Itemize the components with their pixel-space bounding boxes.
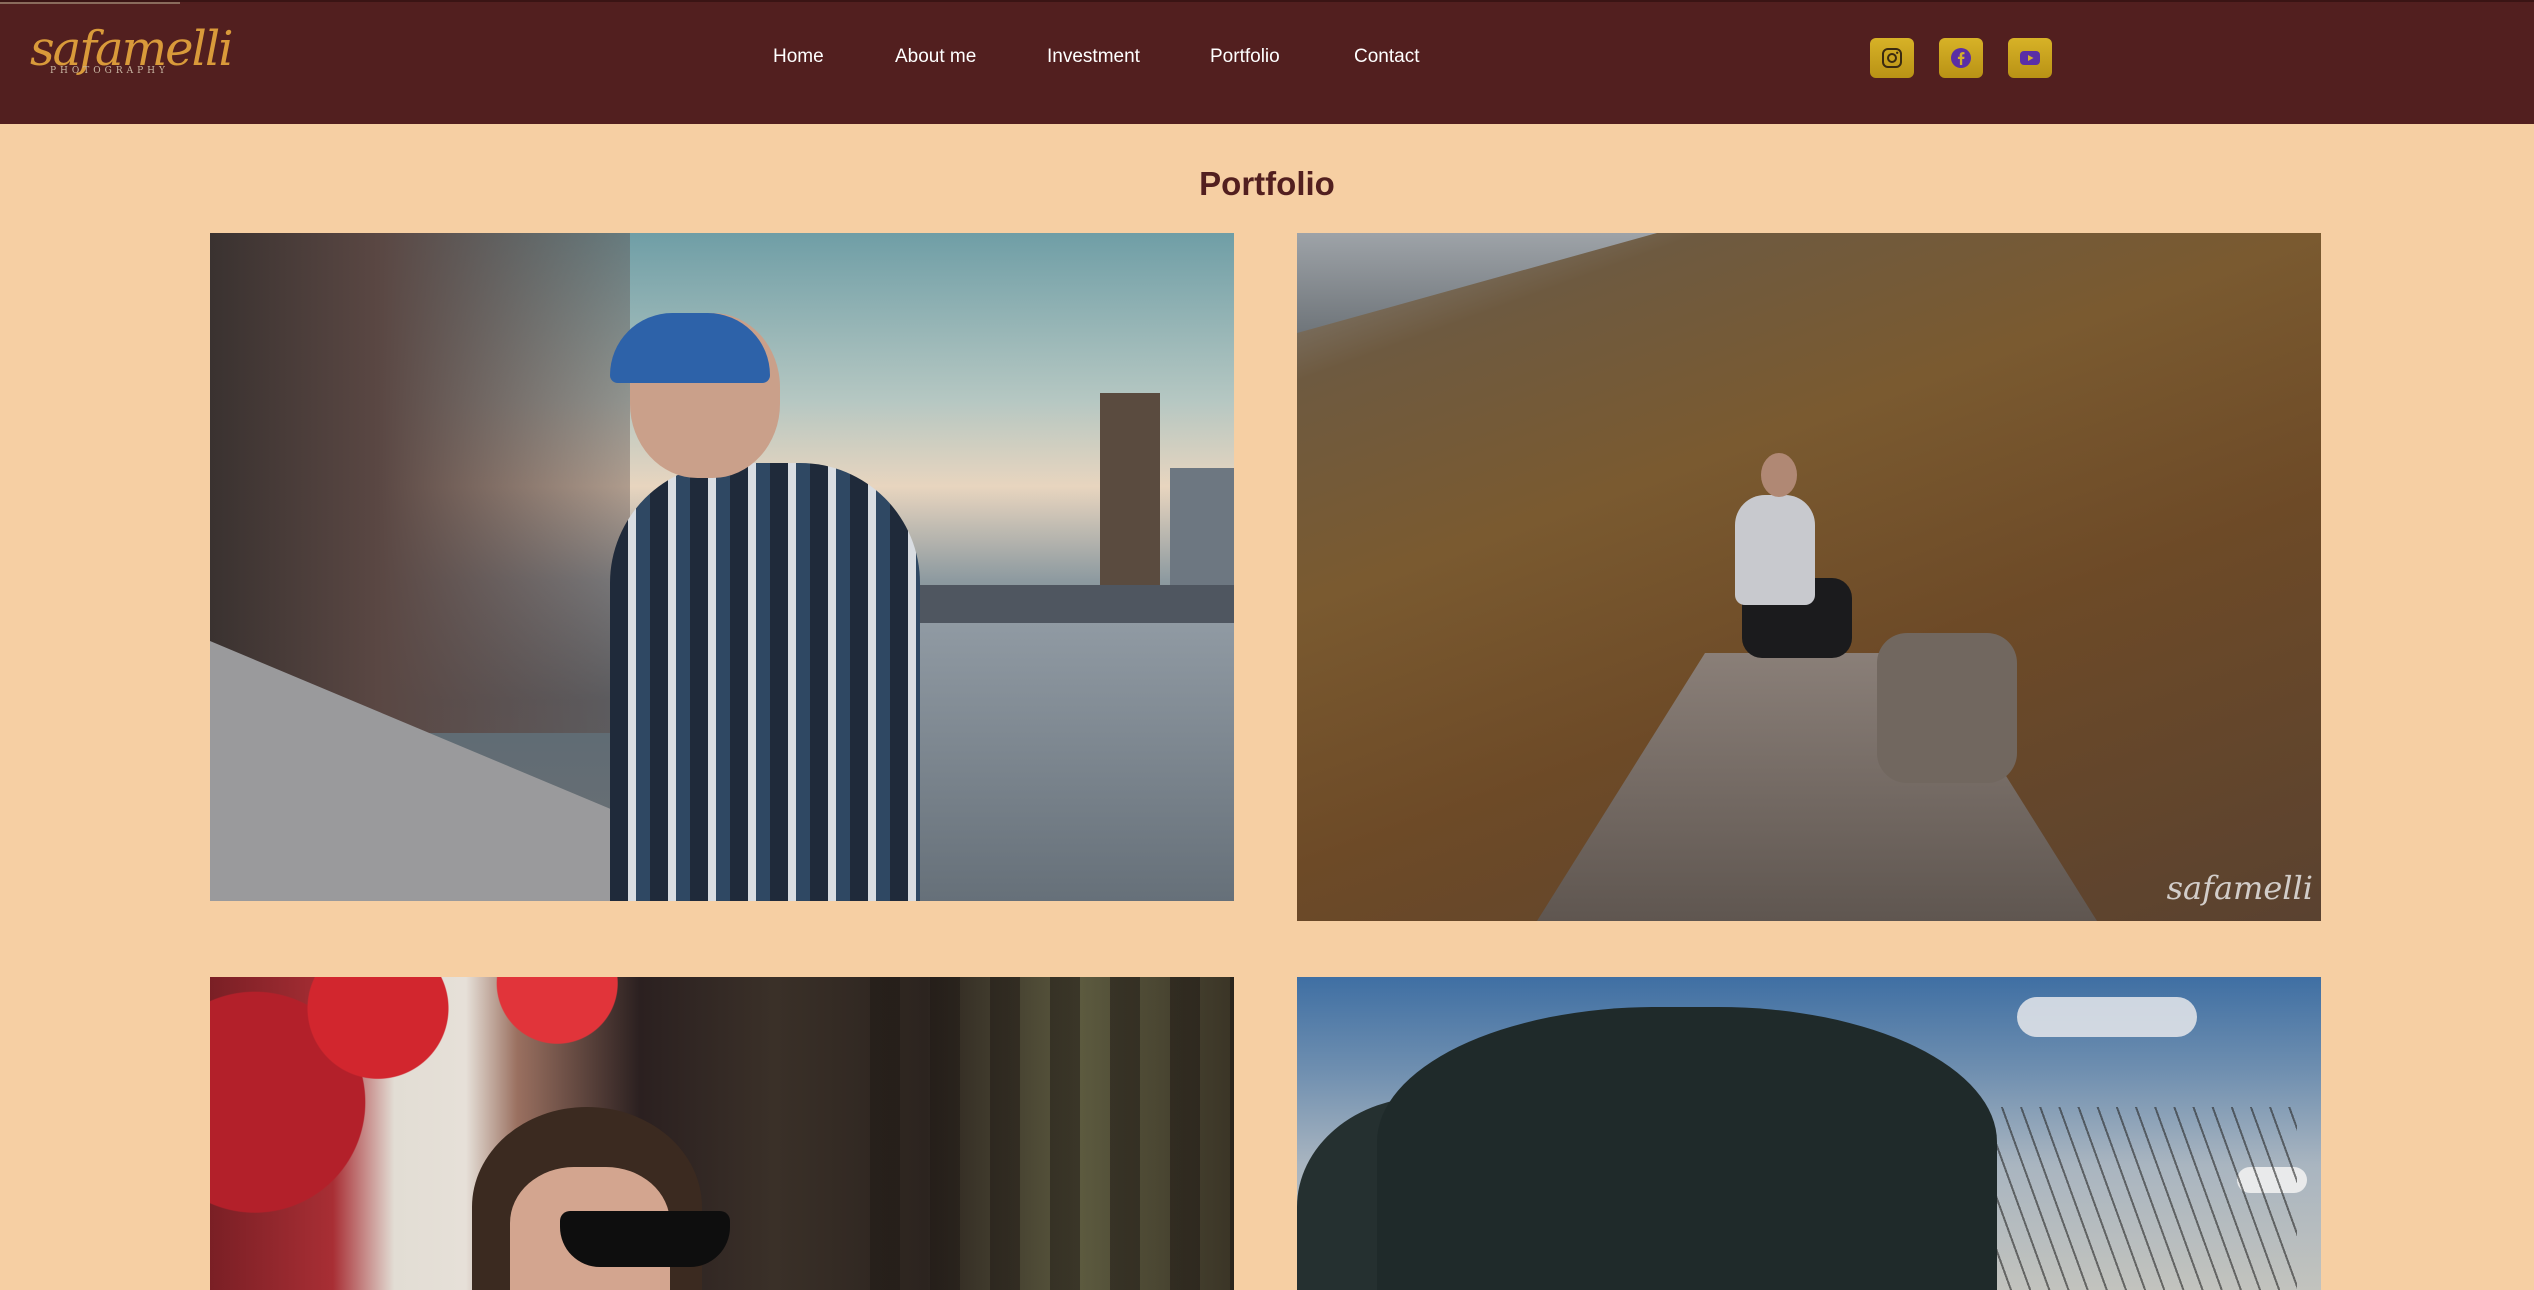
page-title: Portfolio [1199,165,1335,202]
facebook-button[interactable] [1939,38,1983,78]
photo-red-leaves [210,977,770,1290]
youtube-button[interactable] [2008,38,2052,78]
nav-about-me[interactable]: About me [895,44,976,70]
photo-tree-canopy [1377,1007,1997,1290]
youtube-icon [2020,51,2040,65]
portfolio-photo-woman-red-leaves[interactable] [210,977,1234,1290]
nav-portfolio[interactable]: Portfolio [1210,44,1280,70]
photo-building [1100,393,1160,593]
photo-watermark: safamelli [2166,869,2313,907]
photo-person-body [1735,495,1815,605]
nav-investment[interactable]: Investment [1047,44,1140,70]
nav-contact[interactable]: Contact [1354,44,1419,70]
facebook-icon [1951,48,1971,68]
photo-person-head [1761,453,1797,497]
photo-plaid-shirt [610,463,920,901]
photo-bare-tree [1997,1107,2297,1290]
photo-cloud [2017,997,2197,1037]
photo-rock [1877,633,2017,783]
header-bar: safamelli PHOTOGRAPHY Home About me Inve… [0,0,2534,124]
portfolio-photo-trees-sky[interactable] [1297,977,2321,1290]
photo-sky [1297,233,1657,333]
main-nav: Home About me Investment Portfolio Conta… [0,44,2534,74]
photo-building [1170,468,1234,593]
portfolio-photo-mountain[interactable]: safamelli [1297,233,2321,921]
top-accent-line [0,2,180,4]
instagram-button[interactable] [1870,38,1914,78]
photo-river [870,623,1234,901]
portfolio-photo-city-river[interactable] [210,233,1234,901]
photo-carved-window [870,977,1234,1290]
nav-home[interactable]: Home [773,44,824,70]
instagram-icon [1882,48,1902,68]
